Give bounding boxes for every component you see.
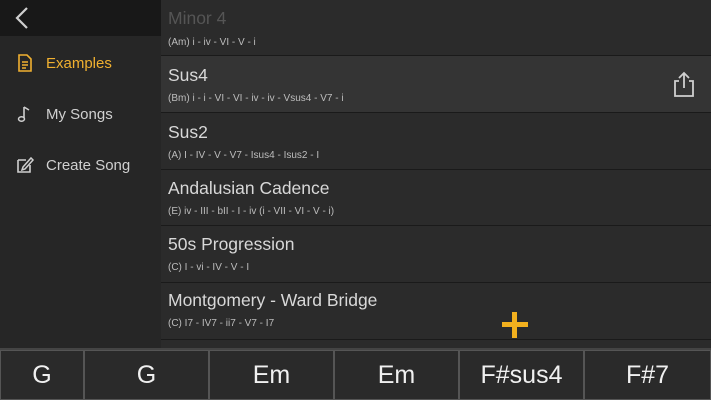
- sidebar: Examples My Songs Create Song: [0, 36, 161, 348]
- share-icon: [674, 71, 694, 97]
- song-name: Minor 4: [168, 8, 227, 28]
- chord-button[interactable]: F#7: [584, 350, 711, 400]
- chord-button[interactable]: Em: [209, 350, 334, 400]
- song-progression: (Bm) i - i - VI - VI - iv - iv - Vsus4 -…: [168, 93, 344, 104]
- list-item[interactable]: Sus2 (A) I - IV - V - V7 - Isus4 - Isus2…: [161, 113, 711, 170]
- song-name: Andalusian Cadence: [168, 178, 330, 198]
- sidebar-item-label: Create Song: [46, 156, 131, 174]
- song-progression: (E) iv - III - bII - I - iv (i - VII - V…: [168, 206, 335, 217]
- add-button[interactable]: [501, 311, 529, 339]
- song-list: Minor 4 (Am) i - iv - VI - V - i Sus4 (B…: [161, 0, 711, 348]
- chord-button[interactable]: Em: [334, 350, 459, 400]
- song-progression: (Am) i - iv - VI - V - i: [168, 37, 256, 48]
- sidebar-item-my-songs[interactable]: My Songs: [0, 93, 161, 135]
- song-progression: (A) I - IV - V - V7 - Isus4 - Isus2 - I: [168, 150, 320, 161]
- list-item[interactable]: Minor 4 (Am) i - iv - VI - V - i: [161, 0, 711, 56]
- chord-button[interactable]: G: [0, 350, 84, 400]
- song-progression: (C) I - vi - IV - V - I: [168, 262, 250, 273]
- chord-bar: G G Em Em F#sus4 F#7: [0, 348, 711, 400]
- sidebar-item-examples[interactable]: Examples: [0, 42, 161, 84]
- sidebar-item-label: My Songs: [46, 105, 113, 123]
- song-progression: (C) I7 - IV7 - ii7 - V7 - I7: [168, 318, 275, 329]
- list-item[interactable]: Andalusian Cadence (E) iv - III - bII - …: [161, 170, 711, 226]
- music-note-icon: [15, 104, 35, 124]
- list-item[interactable]: [161, 340, 711, 348]
- list-item[interactable]: 50s Progression (C) I - vi - IV - V - I: [161, 226, 711, 283]
- song-name: Montgomery - Ward Bridge: [168, 290, 378, 310]
- chord-button[interactable]: F#sus4: [459, 350, 584, 400]
- share-button[interactable]: [671, 70, 697, 98]
- document-icon: [15, 53, 35, 73]
- list-item[interactable]: Sus4 (Bm) i - i - VI - VI - iv - iv - Vs…: [161, 56, 711, 113]
- edit-icon: [15, 155, 35, 175]
- sidebar-item-create-song[interactable]: Create Song: [0, 144, 161, 186]
- chord-button[interactable]: G: [84, 350, 209, 400]
- song-name: Sus2: [168, 122, 208, 142]
- list-item[interactable]: Montgomery - Ward Bridge (C) I7 - IV7 - …: [161, 283, 711, 340]
- song-name: 50s Progression: [168, 234, 295, 254]
- sidebar-item-label: Examples: [46, 54, 112, 72]
- song-name: Sus4: [168, 65, 208, 85]
